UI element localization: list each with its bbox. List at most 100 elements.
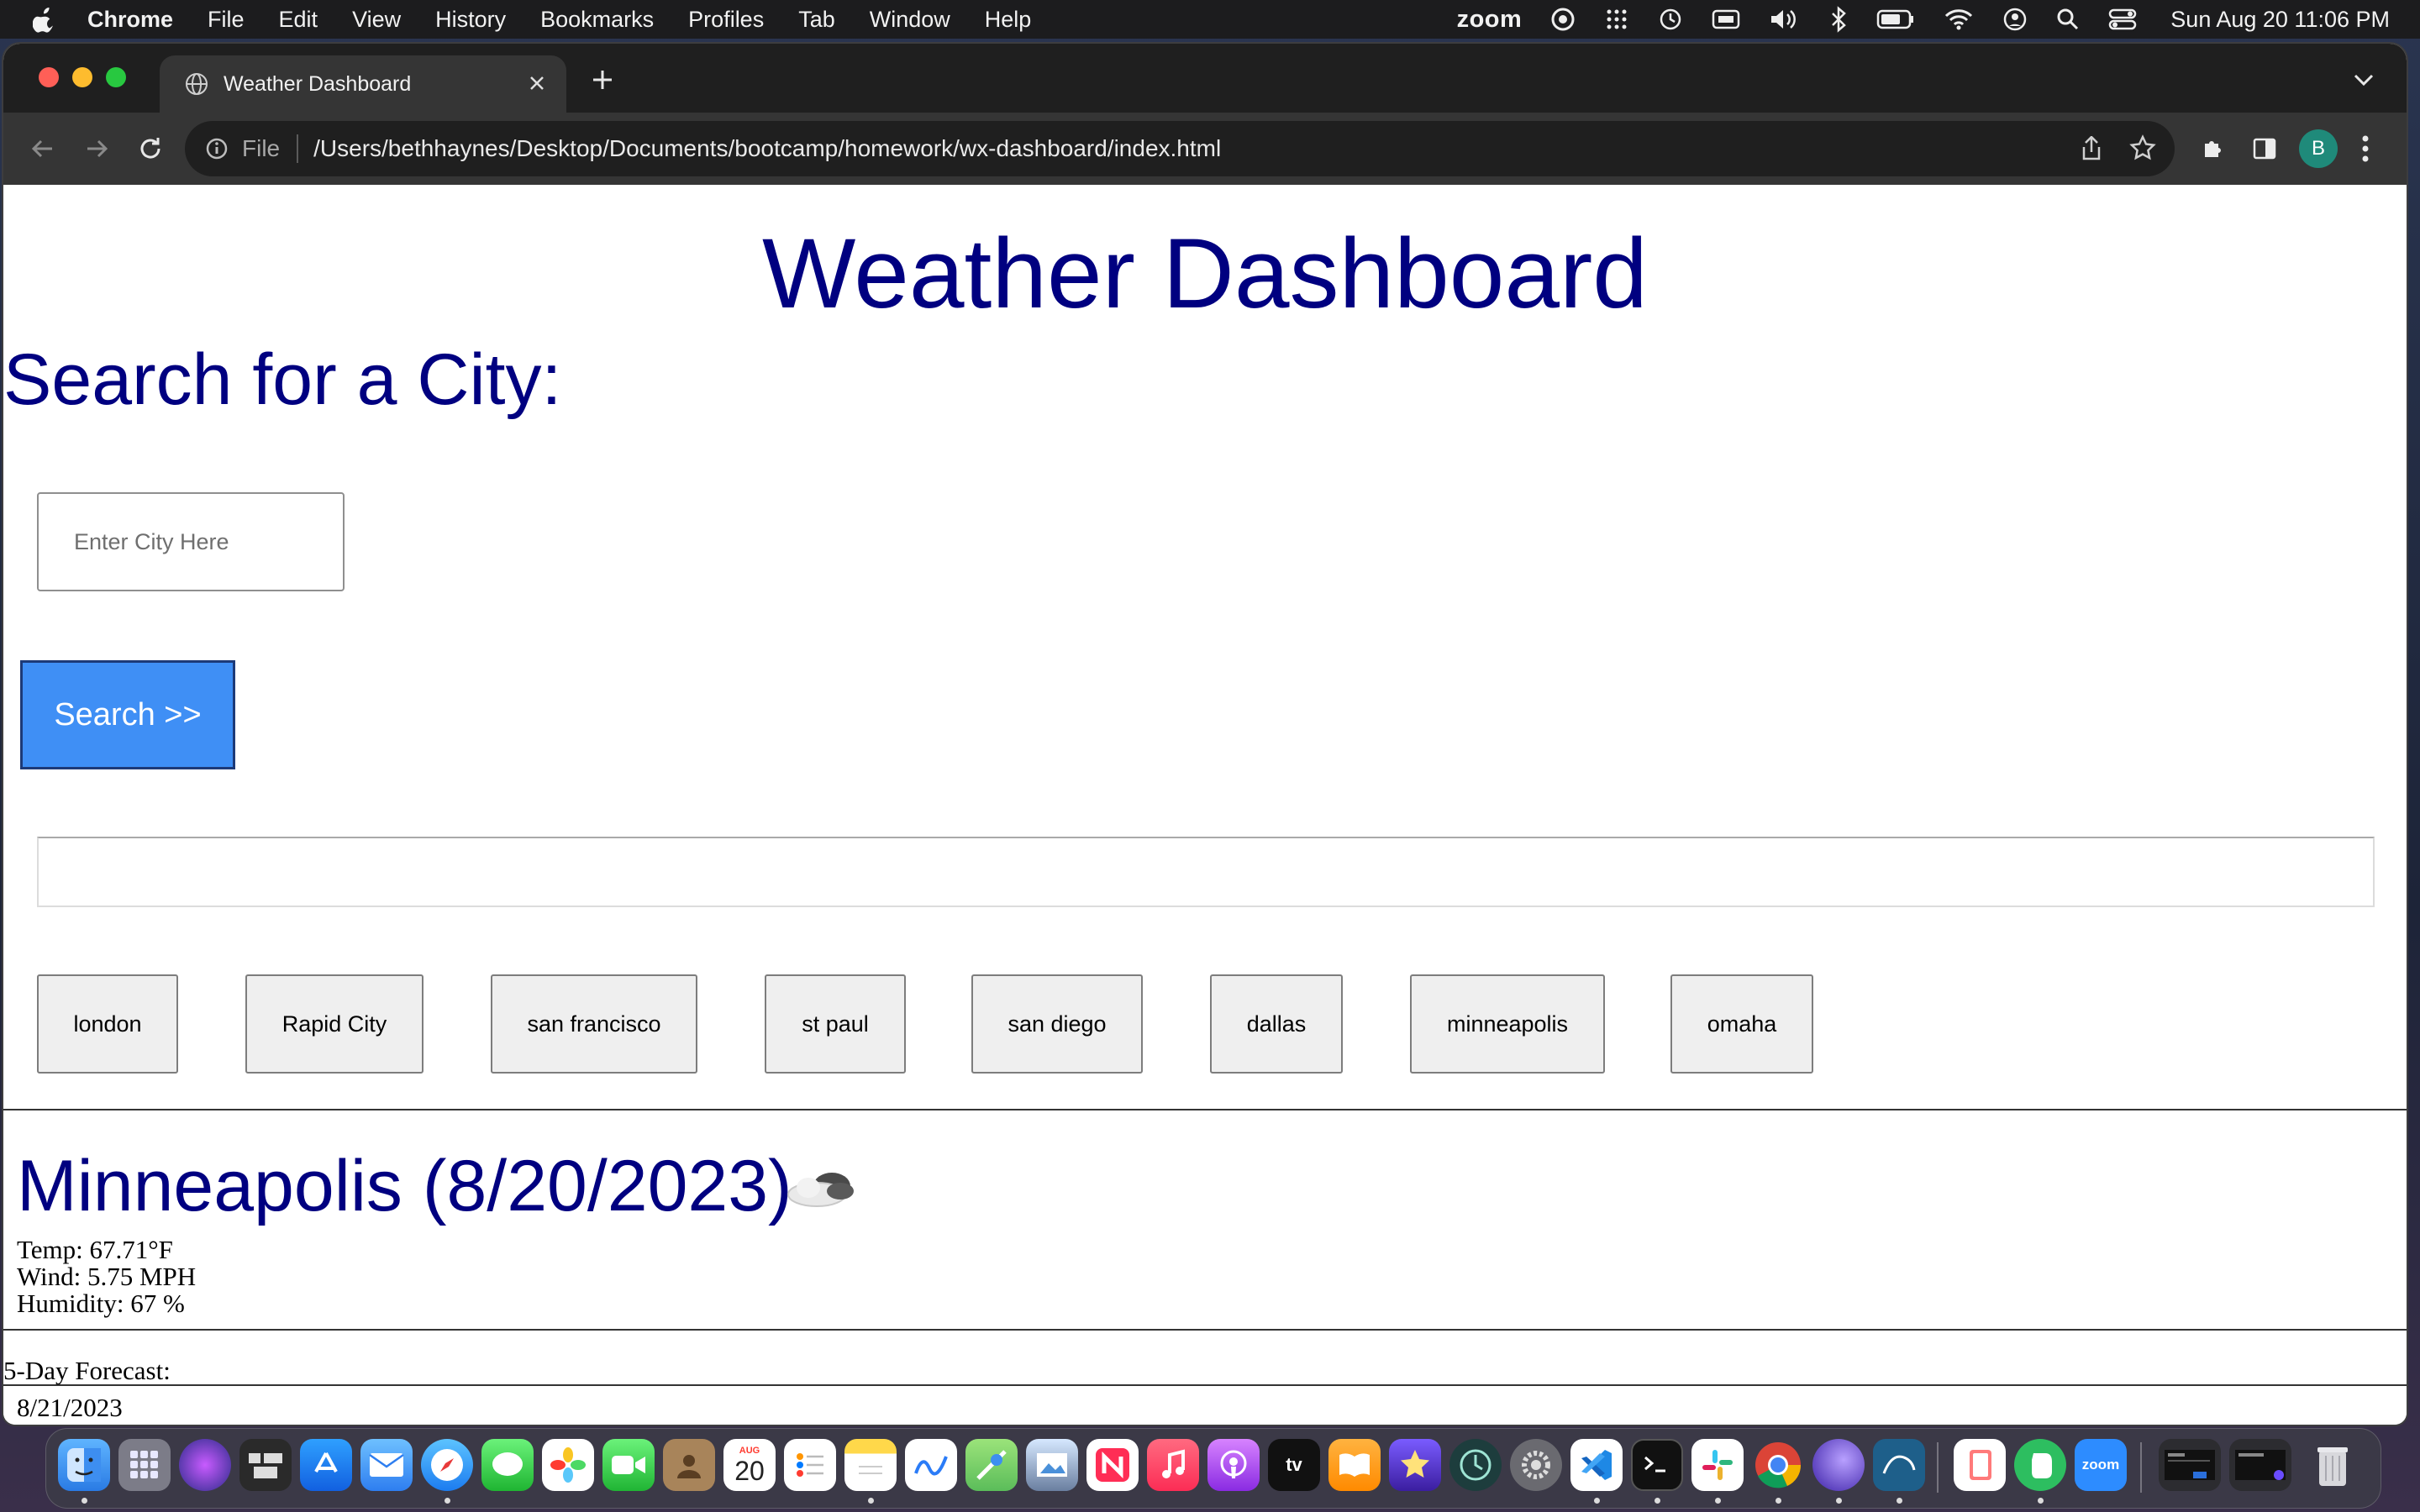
menu-edit[interactable]: Edit [279, 7, 318, 33]
side-panel-icon[interactable] [2247, 131, 2282, 166]
window-minimize-button[interactable] [72, 67, 92, 87]
freeform-icon[interactable] [905, 1439, 957, 1491]
menu-window[interactable]: Window [870, 7, 950, 33]
tab-search-chevron-icon[interactable] [2351, 69, 2376, 91]
search-history-container [37, 837, 2375, 907]
menu-app-chrome[interactable]: Chrome [87, 7, 173, 33]
time-machine-icon[interactable] [1658, 0, 1683, 39]
omnibox-separator [297, 134, 299, 163]
menu-view[interactable]: View [352, 7, 401, 33]
window-zoom-button[interactable] [106, 67, 126, 87]
keyboard-input-icon[interactable] [1712, 0, 1740, 39]
search-button[interactable]: Search >> [20, 660, 235, 769]
address-bar[interactable]: File /Users/bethhaynes/Desktop/Documents… [185, 121, 2175, 176]
apple-menu-icon[interactable] [30, 5, 59, 34]
time-machine-app-icon[interactable] [1449, 1439, 1502, 1491]
battery-icon[interactable] [1876, 0, 1915, 39]
preview-icon[interactable] [1026, 1439, 1078, 1491]
zoom-status-item[interactable]: zoom [1457, 0, 1523, 39]
history-button-dallas[interactable]: dallas [1210, 974, 1343, 1074]
terminal-icon[interactable] [1631, 1439, 1683, 1491]
chrome-menu-kebab-icon[interactable] [2353, 131, 2378, 166]
mail-icon[interactable] [360, 1439, 413, 1491]
calendar-month: AUG [739, 1446, 760, 1456]
tab-close-icon[interactable] [524, 71, 550, 96]
current-conditions: Temp: 67.71°F Wind: 5.75 MPH Humidity: 6… [17, 1236, 196, 1317]
forecast-label: 5-Day Forecast: [3, 1356, 171, 1385]
url-text[interactable]: /Users/bethhaynes/Desktop/Documents/boot… [313, 135, 1221, 162]
site-info-icon[interactable] [205, 137, 229, 160]
recent-window-thumbnail[interactable] [2159, 1439, 2221, 1491]
wifi-icon[interactable] [1944, 0, 1974, 39]
control-center-icon[interactable] [2108, 0, 2137, 39]
vscode-icon[interactable] [1570, 1439, 1623, 1491]
evernote-icon[interactable] [2014, 1439, 2066, 1491]
menu-help[interactable]: Help [985, 7, 1032, 33]
music-icon[interactable] [1147, 1439, 1199, 1491]
notes-icon[interactable] [844, 1439, 897, 1491]
finder-icon[interactable] [58, 1439, 110, 1491]
history-button-st-paul[interactable]: st paul [765, 974, 906, 1074]
menu-file[interactable]: File [208, 7, 245, 33]
profile-avatar[interactable]: B [2299, 129, 2338, 168]
menu-history[interactable]: History [435, 7, 506, 33]
books-icon[interactable] [1328, 1439, 1381, 1491]
slack-icon[interactable] [1691, 1439, 1744, 1491]
document-app-icon[interactable] [1954, 1439, 2006, 1491]
podcasts-icon[interactable] [1207, 1439, 1260, 1491]
city-search-input[interactable] [37, 492, 345, 591]
history-button-london[interactable]: london [37, 974, 178, 1074]
zoom-app-icon[interactable]: zoom [2075, 1439, 2127, 1491]
menu-profiles[interactable]: Profiles [688, 7, 764, 33]
arc-moon-icon[interactable] [1812, 1439, 1865, 1491]
apple-tv-icon[interactable]: tv [1268, 1439, 1320, 1491]
back-arrow-icon[interactable] [25, 131, 60, 166]
tab-title: Weather Dashboard [224, 71, 412, 96]
volume-icon[interactable] [1769, 0, 1801, 39]
screen-record-icon[interactable] [1550, 0, 1576, 39]
reload-icon[interactable] [133, 131, 168, 166]
bookmark-star-icon[interactable] [2129, 134, 2156, 161]
history-button-rapid-city[interactable]: Rapid City [245, 974, 424, 1074]
history-button-san-diego[interactable]: san diego [971, 974, 1143, 1074]
tab-weather-dashboard[interactable]: Weather Dashboard [160, 55, 566, 113]
menu-bookmarks[interactable]: Bookmarks [540, 7, 654, 33]
siri-icon[interactable] [179, 1439, 231, 1491]
window-close-button[interactable] [39, 67, 59, 87]
history-button-omaha[interactable]: omaha [1670, 974, 1813, 1074]
messages-icon[interactable] [481, 1439, 534, 1491]
history-button-san-francisco[interactable]: san francisco [491, 974, 697, 1074]
mysql-workbench-icon[interactable] [1873, 1439, 1925, 1491]
forward-arrow-icon[interactable] [79, 131, 114, 166]
share-icon[interactable] [2081, 136, 2102, 161]
system-settings-icon[interactable] [1510, 1439, 1562, 1491]
reminders-icon[interactable] [784, 1439, 836, 1491]
star-app-icon[interactable] [1389, 1439, 1441, 1491]
menubar-clock[interactable]: Sun Aug 20 11:06 PM [2170, 7, 2390, 33]
bluetooth-icon[interactable] [1829, 0, 1848, 39]
facetime-icon[interactable] [602, 1439, 655, 1491]
launchpad-icon[interactable] [118, 1439, 171, 1491]
google-chrome-icon[interactable] [1752, 1439, 1804, 1491]
mission-control-icon[interactable] [239, 1439, 292, 1491]
recent-window-thumbnail[interactable] [2229, 1439, 2291, 1491]
current-wind: Wind: 5.75 MPH [17, 1262, 197, 1291]
safari-icon[interactable] [421, 1439, 473, 1491]
zoom-app-label: zoom [2081, 1457, 2120, 1473]
calendar-icon[interactable]: AUG 20 [723, 1439, 776, 1491]
trash-icon[interactable] [2307, 1439, 2359, 1491]
maps-icon[interactable] [965, 1439, 1018, 1491]
grid-dots-icon[interactable] [1604, 0, 1629, 39]
user-account-icon[interactable] [2002, 0, 2028, 39]
running-indicator [1594, 1498, 1600, 1504]
news-icon[interactable] [1086, 1439, 1139, 1491]
photos-icon[interactable] [542, 1439, 594, 1491]
new-tab-plus-icon[interactable] [588, 66, 617, 94]
spotlight-search-icon[interactable] [2056, 0, 2080, 39]
extensions-puzzle-icon[interactable] [2195, 131, 2230, 166]
running-indicator [82, 1498, 87, 1504]
contacts-icon[interactable] [663, 1439, 715, 1491]
menu-tab[interactable]: Tab [798, 7, 835, 33]
app-store-icon[interactable] [300, 1439, 352, 1491]
history-button-minneapolis[interactable]: minneapolis [1410, 974, 1605, 1074]
